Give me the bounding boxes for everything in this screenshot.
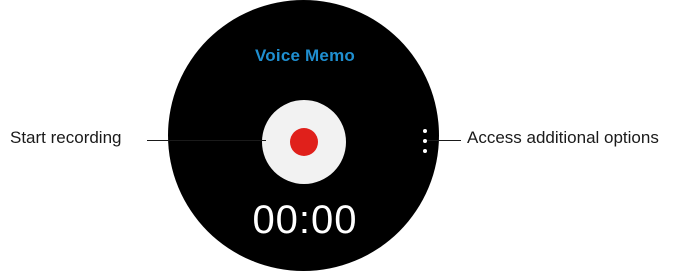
callout-line-record	[147, 140, 266, 141]
callout-additional-options: Access additional options	[467, 128, 659, 147]
record-dot-icon	[290, 128, 318, 156]
record-button[interactable]	[262, 100, 346, 184]
callout-start-recording: Start recording	[10, 128, 122, 147]
app-title: Voice Memo	[255, 46, 355, 65]
elapsed-time: 00:00	[252, 198, 358, 242]
watch-screen: Voice Memo 00:00	[181, 2, 429, 266]
callout-line-options	[427, 140, 461, 141]
more-options-button[interactable]	[421, 129, 429, 155]
more-vertical-icon	[423, 149, 427, 153]
more-vertical-icon	[423, 129, 427, 133]
